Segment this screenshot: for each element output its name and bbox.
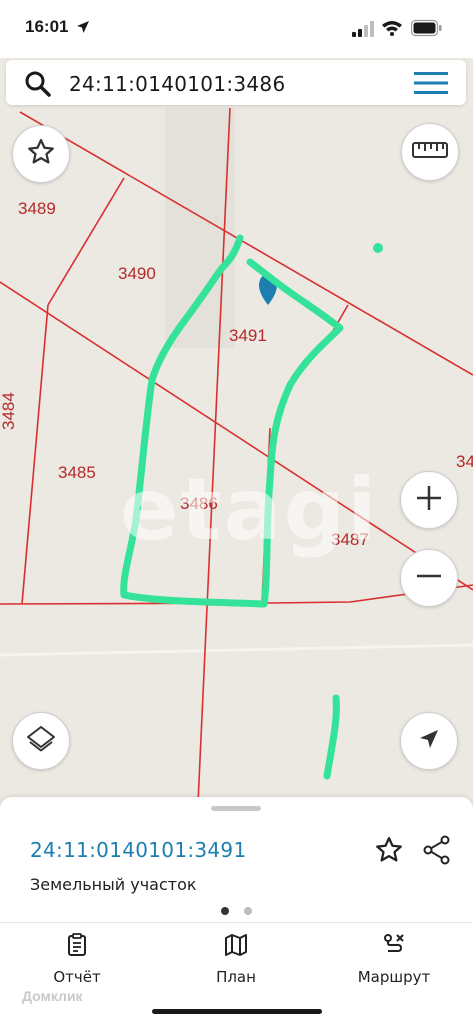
sheet-handle[interactable] xyxy=(211,806,261,811)
ruler-button[interactable] xyxy=(401,123,459,181)
ruler-icon xyxy=(412,140,448,165)
search-query[interactable]: 24:11:0140101:3486 xyxy=(69,72,285,96)
parcel-label-3485: 3485 xyxy=(58,463,96,482)
search-bar[interactable]: 24:11:0140101:3486 xyxy=(6,60,466,105)
cadastral-number[interactable]: 24:11:0140101:3491 xyxy=(30,838,246,862)
zoom-in-button[interactable] xyxy=(400,471,458,529)
cadastral-map[interactable]: 3489 3490 3491 3484 3485 3486 3487 34 xyxy=(0,108,473,803)
minus-icon xyxy=(415,562,443,595)
battery-icon xyxy=(410,19,443,42)
menu-icon[interactable] xyxy=(414,71,448,100)
home-indicator xyxy=(152,1009,322,1014)
parcel-label-3491: 3491 xyxy=(229,326,267,345)
nav-plan-label: План xyxy=(216,968,256,986)
watermark: etagi xyxy=(120,460,379,560)
location-arrow-icon xyxy=(76,20,90,39)
star-icon xyxy=(26,137,56,172)
parcel-label-34: 34 xyxy=(456,452,473,471)
page-dot-active[interactable] xyxy=(221,907,229,915)
brand-logo: Домклик xyxy=(22,988,83,1004)
parcel-info-sheet[interactable]: 24:11:0140101:3491 Земельный участок xyxy=(0,797,473,922)
plus-icon xyxy=(415,484,443,517)
signal-icon xyxy=(351,21,375,42)
status-time: 16:01 xyxy=(25,17,69,36)
wifi-icon xyxy=(381,20,403,41)
share-icon[interactable] xyxy=(421,834,453,871)
favorite-button[interactable] xyxy=(12,125,70,183)
nav-report[interactable]: Отчёт xyxy=(17,933,137,986)
route-icon xyxy=(382,933,406,957)
clipboard-icon xyxy=(66,933,88,957)
star-icon[interactable] xyxy=(374,835,404,870)
layers-icon xyxy=(25,723,57,760)
nav-route[interactable]: Маршрут xyxy=(334,933,454,986)
land-type: Земельный участок xyxy=(30,875,197,894)
zoom-out-button[interactable] xyxy=(400,549,458,607)
nav-route-label: Маршрут xyxy=(357,968,431,986)
parcel-label-3490: 3490 xyxy=(118,264,156,283)
status-bar: 16:01 xyxy=(0,0,473,58)
page-dot[interactable] xyxy=(244,907,252,915)
nav-report-label: Отчёт xyxy=(53,968,101,986)
map-canvas: 3489 3490 3491 3484 3485 3486 3487 34 xyxy=(0,108,473,803)
search-icon[interactable] xyxy=(24,70,52,103)
my-location-button[interactable] xyxy=(400,712,458,770)
nav-plan[interactable]: План xyxy=(176,933,296,986)
status-icons xyxy=(351,19,451,39)
navigation-arrow-icon xyxy=(417,727,441,756)
map-icon xyxy=(224,933,248,957)
parcel-label-3489: 3489 xyxy=(18,199,56,218)
parcel-label-3484: 3484 xyxy=(0,392,18,430)
green-dot xyxy=(373,243,383,253)
layers-button[interactable] xyxy=(12,712,70,770)
